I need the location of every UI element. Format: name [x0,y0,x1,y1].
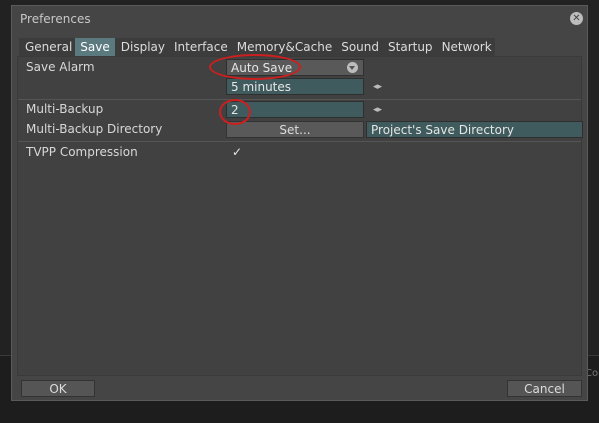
dialog-title: Preferences [20,12,91,26]
tvpp-compression-checkbox[interactable]: ✓ [232,145,242,159]
tab-memory-cache[interactable]: Memory&Cache [231,38,335,56]
row-divider [18,99,581,100]
tvpp-compression-label: TVPP Compression [26,145,138,159]
preferences-tabs: General Save Display Interface Memory&Ca… [19,38,495,56]
tab-sound[interactable]: Sound [335,38,382,56]
preferences-dialog: Preferences ✕ General Save Display Inter… [11,5,588,401]
tab-network[interactable]: Network [436,38,495,56]
save-alarm-mode-dropdown[interactable]: Auto Save [226,59,364,76]
save-alarm-label: Save Alarm [26,60,95,74]
row-divider [18,141,581,142]
multi-backup-directory-field[interactable]: Project's Save Directory [366,121,583,138]
save-settings-panel: Save Alarm Auto Save 5 minutes ◂▸ Multi-… [17,54,583,376]
ok-button[interactable]: OK [21,380,95,397]
dialog-titlebar[interactable]: Preferences ✕ [12,6,587,34]
save-alarm-interval-field[interactable]: 5 minutes [226,78,364,95]
tab-interface[interactable]: Interface [168,38,231,56]
tab-general[interactable]: General [19,38,75,56]
tab-display[interactable]: Display [115,38,168,56]
set-directory-button[interactable]: Set... [226,121,364,138]
multi-backup-label: Multi-Backup [26,102,104,116]
multi-backup-directory-label: Multi-Backup Directory [26,122,163,136]
tab-startup[interactable]: Startup [382,38,436,56]
backup-stepper-icon[interactable]: ◂▸ [372,106,383,115]
multi-backup-count-field[interactable]: 2 [226,101,364,118]
interval-stepper-icon[interactable]: ◂▸ [372,83,383,92]
save-alarm-mode-value: Auto Save [231,61,293,75]
close-icon[interactable]: ✕ [570,12,583,25]
tab-save[interactable]: Save [75,38,115,56]
cancel-button[interactable]: Cancel [507,380,582,397]
chevron-down-icon [347,62,358,73]
